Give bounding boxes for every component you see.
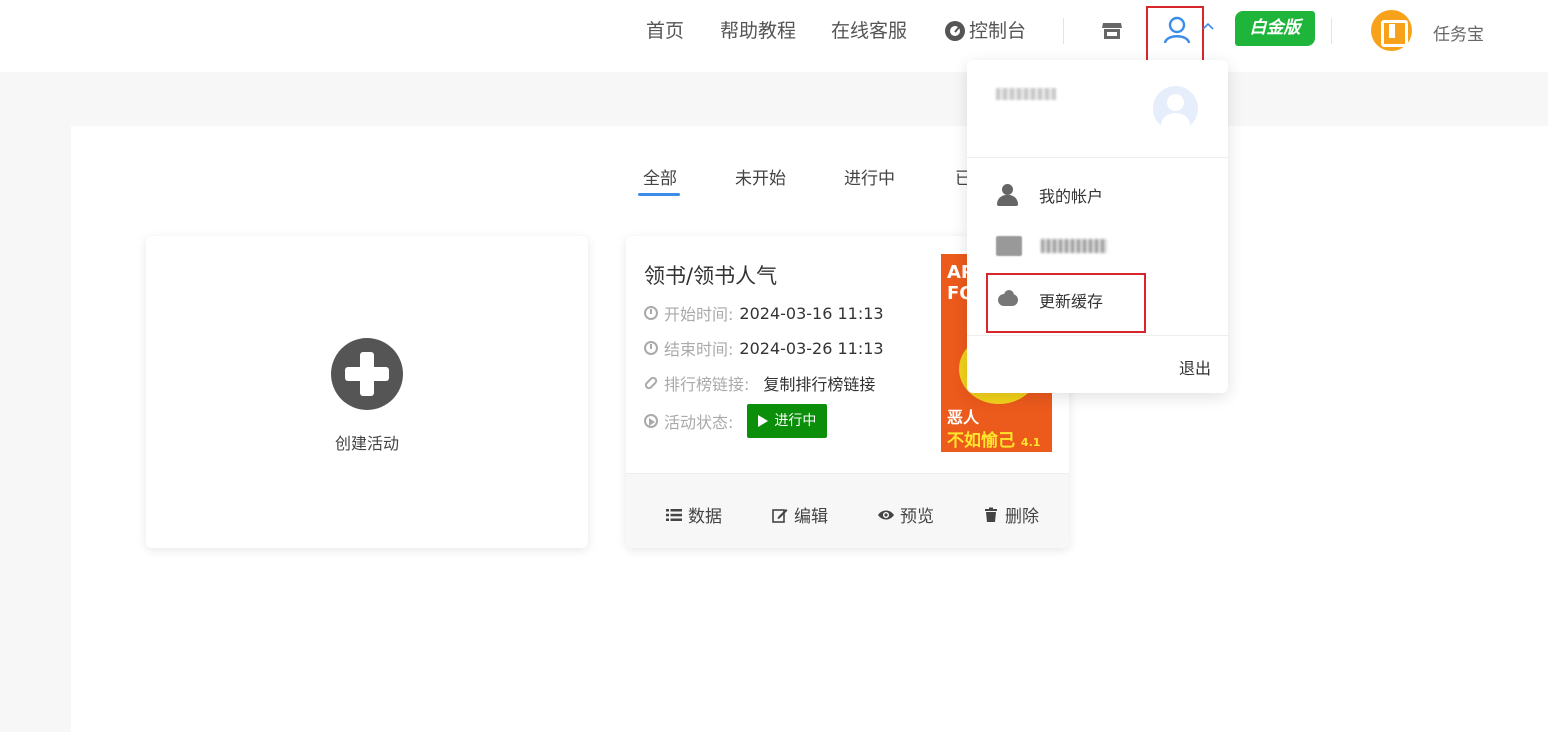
active-tab-indicator (638, 193, 680, 196)
tab-in-progress[interactable]: 进行中 (844, 164, 895, 189)
copy-rank-link[interactable]: 复制排行榜链接 (763, 371, 875, 395)
rank-link-row: 排行榜链接: 复制排行榜链接 (643, 371, 875, 395)
user-dropdown-menu: 我的帐户 更新缓存 退出 (967, 60, 1228, 393)
plan-badge: 白金版 (1235, 11, 1315, 46)
redacted-label (1041, 239, 1107, 253)
data-button[interactable]: 数据 (666, 502, 722, 527)
start-time-value: 2024-03-16 11:13 (739, 303, 884, 323)
cloud-download-icon (996, 288, 1020, 312)
nav-console[interactable]: 控制台 (945, 18, 1026, 44)
list-icon (666, 508, 682, 521)
app-name[interactable]: 任务宝 (1433, 20, 1484, 45)
status-value: 进行中 (774, 413, 817, 429)
create-activity-label: 创建活动 (334, 434, 399, 453)
activity-title: 领书/领书人气 (644, 264, 778, 288)
menu-item-redacted[interactable] (996, 236, 1107, 256)
play-icon (758, 415, 769, 427)
trash-icon (985, 507, 997, 522)
status-label: 活动状态: (664, 413, 734, 432)
edit-icon (772, 508, 788, 523)
menu-item-refresh-cache[interactable]: 更新缓存 (996, 288, 1103, 312)
top-header: 首页 帮助教程 在线客服 控制台 白金版 任务宝 (0, 0, 1548, 73)
menu-item-label: 更新缓存 (1039, 292, 1104, 311)
nav-console-label: 控制台 (969, 20, 1027, 42)
clock-icon (644, 306, 658, 320)
preview-button[interactable]: 预览 (878, 502, 934, 527)
username-redacted (996, 88, 1056, 100)
tab-all[interactable]: 全部 (643, 164, 677, 189)
data-button-label: 数据 (688, 507, 722, 527)
store-icon[interactable] (1101, 21, 1123, 41)
menu-item-my-account[interactable]: 我的帐户 (996, 183, 1103, 207)
dashboard-icon (945, 21, 965, 41)
header-divider (1331, 18, 1332, 44)
rank-link-label: 排行榜链接: (664, 375, 750, 394)
nav-help[interactable]: 帮助教程 (720, 18, 796, 44)
plus-circle-icon (331, 338, 403, 410)
nav-home[interactable]: 首页 (646, 18, 684, 44)
logout-button[interactable]: 退出 (1179, 355, 1211, 379)
dropdown-divider (967, 335, 1228, 336)
eye-icon (878, 510, 894, 519)
avatar (1153, 86, 1198, 131)
status-row: 活动状态: 进行中 (644, 404, 828, 438)
start-time-label: 开始时间: (664, 305, 734, 324)
create-activity-card[interactable]: 创建活动 (146, 236, 588, 548)
edit-button-label: 编辑 (794, 507, 828, 527)
start-time-row: 开始时间: 2024-03-16 11:13 (644, 301, 884, 325)
poster-text: 恶人 (947, 408, 980, 427)
chevron-up-icon[interactable] (1201, 20, 1215, 34)
card-icon (996, 236, 1022, 256)
link-icon (643, 375, 659, 391)
person-icon (996, 183, 1020, 207)
preview-button-label: 预览 (900, 507, 934, 527)
menu-item-label: 我的帐户 (1039, 187, 1104, 206)
status-badge: 进行中 (747, 404, 828, 438)
delete-button-label: 删除 (1005, 507, 1039, 527)
app-logo (1371, 10, 1412, 51)
clock-icon (644, 341, 658, 355)
end-time-label: 结束时间: (664, 340, 734, 359)
user-icon[interactable] (1162, 15, 1192, 45)
end-time-row: 结束时间: 2024-03-26 11:13 (644, 336, 884, 360)
play-circle-icon (644, 414, 658, 428)
delete-button[interactable]: 删除 (983, 502, 1039, 527)
poster-text: 不如愉己 4.1 (947, 431, 1041, 451)
dropdown-divider (967, 157, 1228, 158)
header-divider (1063, 18, 1064, 44)
edit-button[interactable]: 编辑 (772, 502, 828, 527)
tab-not-started[interactable]: 未开始 (735, 164, 786, 189)
end-time-value: 2024-03-26 11:13 (739, 338, 884, 358)
nav-support[interactable]: 在线客服 (831, 18, 907, 44)
